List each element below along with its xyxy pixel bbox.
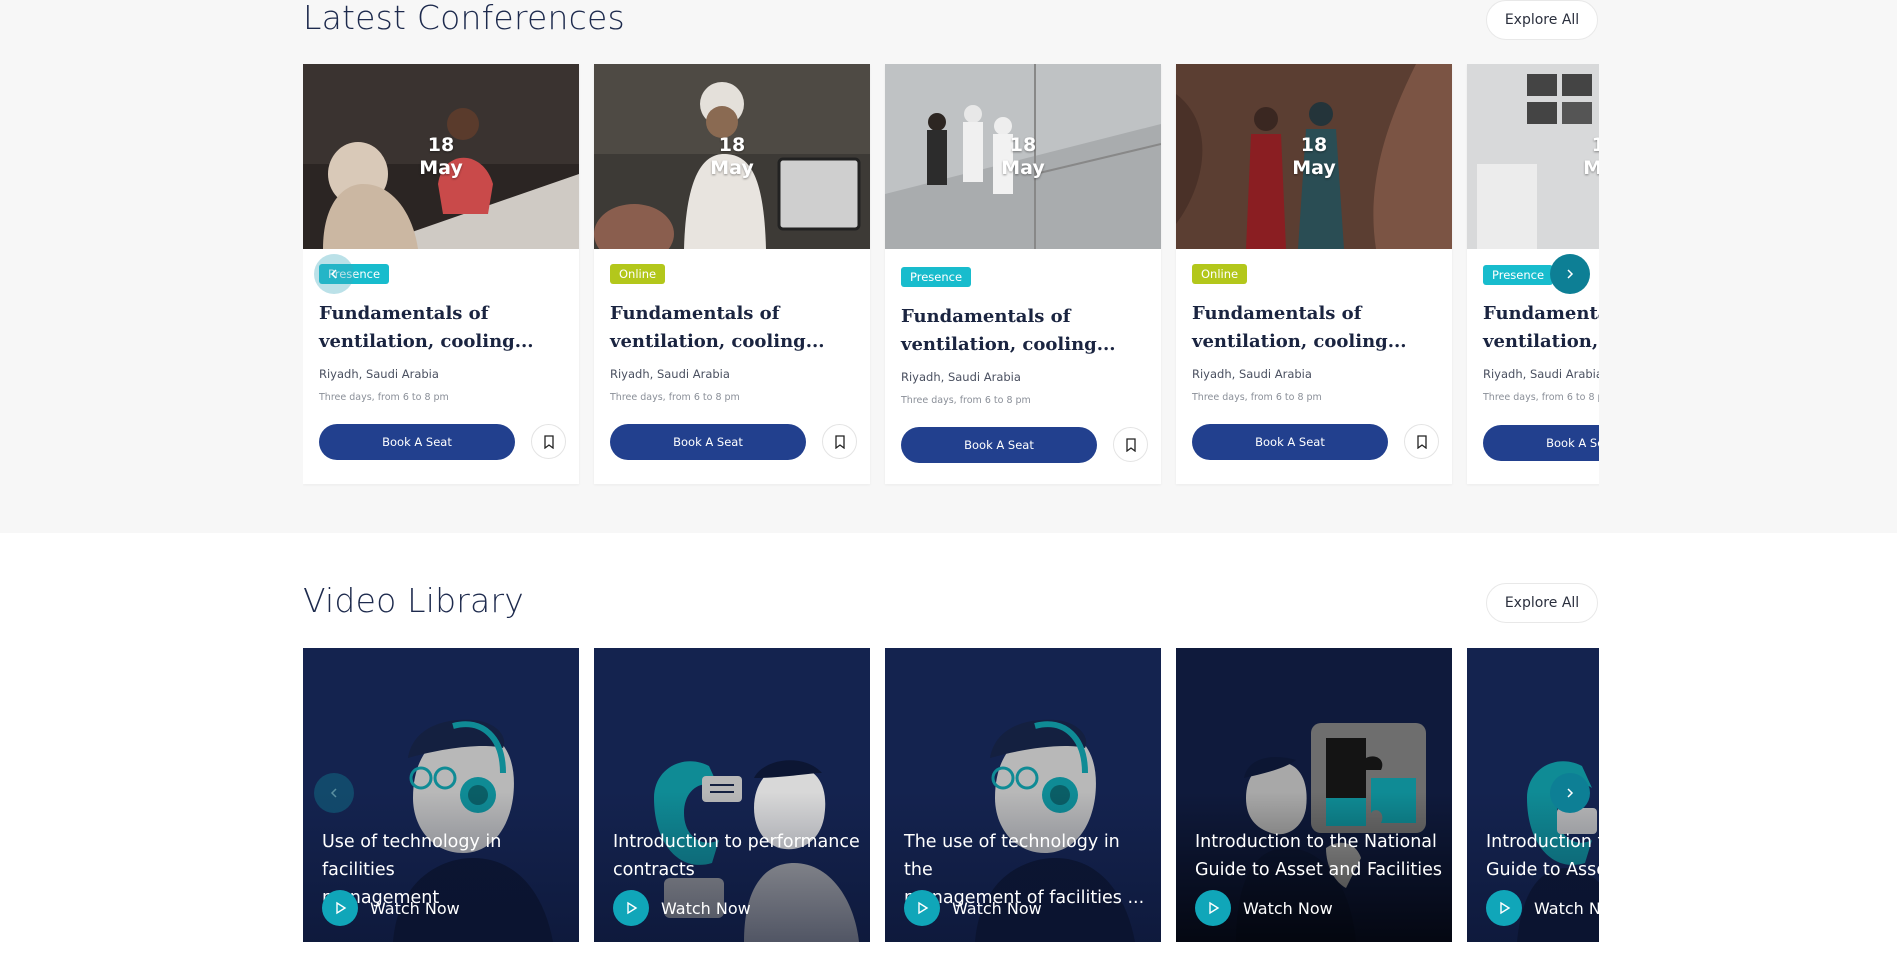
conference-card[interactable]: 18May Presence Fundamentals ofventilatio… bbox=[885, 64, 1161, 484]
conference-location: Riyadh, Saudi Arabia bbox=[610, 367, 730, 381]
watch-now-button[interactable]: Watch Now bbox=[613, 890, 751, 926]
bookmark-icon bbox=[1125, 437, 1136, 452]
conference-date: 18May bbox=[710, 134, 754, 179]
bookmark-button[interactable] bbox=[1404, 424, 1439, 459]
conference-image: 18May bbox=[594, 64, 870, 249]
video-card[interactable]: Introduction to the NationalGuide to Ass… bbox=[1176, 648, 1452, 942]
conference-title[interactable]: Fundamentals ofventilation, cooling... bbox=[319, 300, 569, 356]
videos-carousel: Use of technology in facilities managemen… bbox=[303, 648, 1599, 942]
conference-title[interactable]: Fundamentals ofventilation, cooling... bbox=[1192, 300, 1442, 356]
presence-badge: Presence bbox=[901, 267, 972, 287]
conferences-prev-button[interactable] bbox=[314, 254, 354, 294]
conference-date: 18May bbox=[1292, 134, 1336, 179]
bookmark-button[interactable] bbox=[1113, 427, 1148, 462]
play-icon bbox=[322, 890, 358, 926]
conference-title[interactable]: Fundamentals ofventilation, cooling... bbox=[901, 303, 1151, 359]
conferences-explore-all-button[interactable]: Explore All bbox=[1486, 0, 1598, 40]
chevron-right-icon bbox=[1567, 269, 1574, 279]
conferences-title: Latest Conferences bbox=[303, 0, 625, 37]
videos-explore-all-button[interactable]: Explore All bbox=[1486, 583, 1598, 623]
watch-now-label: Watch Now bbox=[1534, 898, 1599, 918]
video-title[interactable]: Introduction to performance contracts bbox=[613, 828, 863, 884]
conference-image: 18May bbox=[885, 64, 1161, 249]
play-icon bbox=[1486, 890, 1522, 926]
book-seat-button[interactable]: Book A Seat bbox=[610, 424, 806, 460]
bookmark-button[interactable] bbox=[822, 424, 857, 459]
presence-badge: Presence bbox=[1483, 265, 1554, 285]
conference-title[interactable]: Fundamentals ofventilation, cooling... bbox=[1483, 300, 1599, 356]
video-card[interactable]: Introduction to performance contracts Wat… bbox=[594, 648, 870, 942]
conference-card[interactable]: 18 May Online Fundamentals of ventilation,… bbox=[594, 64, 870, 484]
watch-now-button[interactable]: Watch Now bbox=[1486, 890, 1599, 926]
watch-now-button[interactable]: Watch Now bbox=[904, 890, 1042, 926]
watch-now-label: Watch Now bbox=[1243, 898, 1333, 918]
conference-location: Riyadh, Saudi Arabia bbox=[319, 367, 439, 381]
conference-schedule: Three days, from 6 to 8 pm bbox=[1483, 392, 1599, 403]
videos-prev-button[interactable] bbox=[314, 773, 354, 813]
conference-location: Riyadh, Saudi Arabia bbox=[1192, 367, 1312, 381]
bookmark-icon bbox=[834, 434, 845, 449]
book-seat-button[interactable]: Book A Seat bbox=[1483, 425, 1599, 461]
conference-schedule: Three days, from 6 to 8 pm bbox=[610, 392, 740, 403]
conference-card[interactable]: 18 May Online Fundamentals of ventilation,… bbox=[1176, 64, 1452, 484]
conferences-next-button[interactable] bbox=[1550, 254, 1590, 294]
play-icon bbox=[904, 890, 940, 926]
conference-image: 18May bbox=[303, 64, 579, 249]
bookmark-icon bbox=[543, 434, 554, 449]
watch-now-label: Watch Now bbox=[370, 898, 460, 918]
conferences-carousel: 18 May Presence Fundamentals of ventilatio… bbox=[303, 64, 1599, 500]
watch-now-label: Watch Now bbox=[952, 898, 1042, 918]
play-icon bbox=[1195, 890, 1231, 926]
bookmark-icon bbox=[1416, 434, 1427, 449]
conference-schedule: Three days, from 6 to 8 pm bbox=[319, 392, 449, 403]
conference-schedule: Three days, from 6 to 8 pm bbox=[901, 395, 1031, 406]
watch-now-button[interactable]: Watch Now bbox=[1195, 890, 1333, 926]
chevron-right-icon bbox=[1567, 788, 1574, 798]
conference-image: 18May bbox=[1467, 64, 1599, 249]
videos-next-button[interactable] bbox=[1550, 773, 1590, 813]
conference-date: 18May bbox=[419, 134, 463, 179]
video-library-title: Video Library bbox=[303, 581, 524, 620]
chevron-left-icon bbox=[330, 788, 337, 798]
book-seat-button[interactable]: Book A Seat bbox=[319, 424, 515, 460]
online-badge: Online bbox=[1192, 264, 1248, 284]
watch-now-button[interactable]: Watch Now bbox=[322, 890, 460, 926]
conference-image: 18May bbox=[1176, 64, 1452, 249]
play-icon bbox=[613, 890, 649, 926]
online-badge: Online bbox=[610, 264, 666, 284]
conference-location: Riyadh, Saudi Arabia bbox=[1483, 367, 1599, 381]
book-seat-button[interactable]: Book A Seat bbox=[1192, 424, 1388, 460]
chevron-left-icon bbox=[330, 269, 337, 279]
watch-now-label: Watch Now bbox=[661, 898, 751, 918]
conference-date: 18May bbox=[1001, 134, 1045, 179]
conference-title[interactable]: Fundamentals ofventilation, cooling... bbox=[610, 300, 860, 356]
conference-date: 18May bbox=[1583, 134, 1599, 179]
conference-location: Riyadh, Saudi Arabia bbox=[901, 370, 1021, 384]
book-seat-button[interactable]: Book A Seat bbox=[901, 427, 1097, 463]
video-card[interactable]: The use of technology in the management o… bbox=[885, 648, 1161, 942]
bookmark-button[interactable] bbox=[531, 424, 566, 459]
conference-schedule: Three days, from 6 to 8 pm bbox=[1192, 392, 1322, 403]
